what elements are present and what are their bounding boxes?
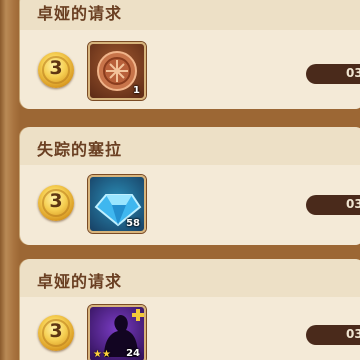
coin-icon: 3 [38, 315, 74, 351]
quest-title: 失踪的塞拉 [37, 140, 123, 159]
coin-icon: 3 [38, 52, 74, 88]
quest-title: 卓娅的请求 [37, 4, 123, 23]
progress-bar: 03 [306, 325, 360, 345]
quest-list-screen: 卓娅的请求 3 1 03 失踪的塞拉 3 58 03 卓娅的请求 3 ★★ 24… [0, 0, 360, 360]
reward-stars: ★★ [93, 349, 111, 360]
quest-title: 卓娅的请求 [37, 272, 123, 291]
progress-text: 03 [346, 327, 360, 341]
reward-slot[interactable]: 1 [88, 42, 146, 100]
reward-count: 1 [133, 85, 140, 96]
coin-icon: 3 [38, 185, 74, 221]
coin-value: 3 [49, 57, 63, 79]
progress-bar: 03 [306, 195, 360, 215]
progress-bar: 03 [306, 64, 360, 84]
quest-card[interactable]: 失踪的塞拉 3 58 03 [20, 127, 360, 245]
progress-text: 03 [346, 197, 360, 211]
reward-slot[interactable]: ★★ 24 [88, 305, 146, 360]
quest-card[interactable]: 卓娅的请求 3 ★★ 24 03 [20, 259, 360, 360]
reward-count: 58 [126, 218, 140, 229]
quest-card[interactable]: 卓娅的请求 3 1 03 [20, 0, 360, 109]
coin-value: 3 [49, 190, 63, 212]
coin-value: 3 [49, 320, 63, 342]
progress-text: 03 [346, 66, 360, 80]
reward-slot[interactable]: 58 [88, 175, 146, 233]
reward-count: 24 [126, 348, 140, 359]
